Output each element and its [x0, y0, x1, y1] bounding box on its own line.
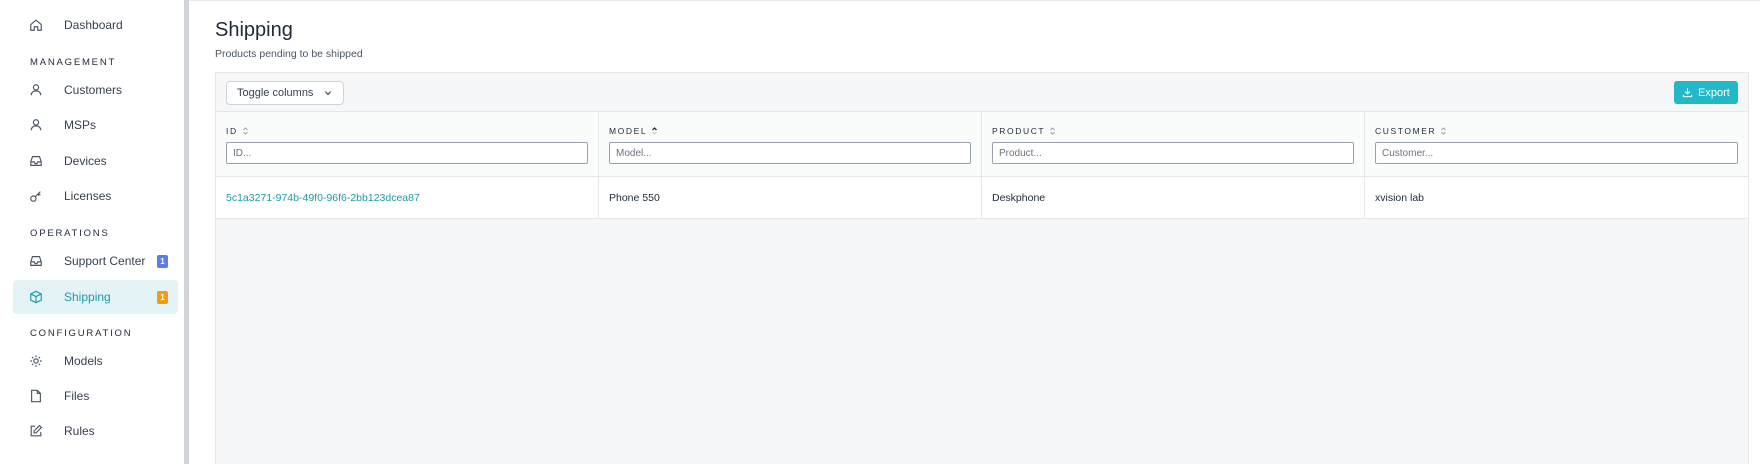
sidebar-item-label: Rules: [64, 424, 95, 438]
home-icon: [30, 19, 42, 31]
table-row: 5c1a3271-974b-49f0-96f6-2bb123dcea87 Pho…: [216, 177, 1748, 219]
table-cell-model: Phone 550: [599, 177, 982, 219]
inbox-icon: [30, 156, 42, 166]
sidebar-item-customers[interactable]: Customers: [13, 73, 178, 107]
product-filter-input[interactable]: [992, 142, 1354, 164]
toggle-columns-button[interactable]: Toggle columns: [226, 81, 344, 105]
shipment-id-link[interactable]: 5c1a3271-974b-49f0-96f6-2bb123dcea87: [216, 177, 599, 219]
sidebar-item-shipping[interactable]: Shipping 1: [13, 280, 178, 314]
model-filter-input[interactable]: [609, 142, 971, 164]
download-icon: [1682, 88, 1693, 98]
column-sort-model[interactable]: MODEL: [609, 126, 658, 136]
column-label: PRODUCT: [992, 126, 1046, 136]
sidebar-item-label: Licenses: [64, 189, 112, 203]
edit-icon: [30, 424, 43, 437]
column-header-model: MODEL: [599, 112, 982, 177]
sort-icon: [1050, 127, 1056, 135]
column-label: CUSTOMER: [1375, 126, 1437, 136]
table-header: ID MODEL PRODUCT: [216, 112, 1748, 177]
sidebar-item-label: Models: [64, 354, 103, 368]
column-sort-customer[interactable]: CUSTOMER: [1375, 126, 1447, 136]
sidebar-item-dashboard[interactable]: Dashboard: [13, 8, 178, 42]
shipping-table: ID MODEL PRODUCT: [216, 112, 1748, 219]
id-filter-input[interactable]: [226, 142, 588, 164]
sidebar-item-label: Files: [64, 389, 90, 403]
column-sort-id[interactable]: ID: [226, 126, 249, 136]
column-label: ID: [226, 126, 238, 136]
section-title-management: MANAGEMENT: [30, 57, 117, 68]
sidebar: Dashboard MANAGEMENT Customers MSPs Devi…: [0, 0, 184, 464]
column-label: MODEL: [609, 126, 648, 136]
sidebar-item-rules[interactable]: Rules: [13, 414, 178, 448]
column-header-customer: CUSTOMER: [1365, 112, 1748, 177]
key-icon: [30, 191, 41, 202]
table-cell-customer: xvision lab: [1375, 192, 1425, 204]
column-header-product: PRODUCT: [982, 112, 1365, 177]
gear-icon: [30, 355, 42, 367]
sidebar-item-files[interactable]: Files: [13, 379, 178, 413]
sidebar-item-devices[interactable]: Devices: [13, 144, 178, 178]
sidebar-item-models[interactable]: Models: [13, 344, 178, 378]
sidebar-item-label: Dashboard: [64, 18, 123, 32]
box-icon: [30, 290, 42, 304]
sidebar-item-licenses[interactable]: Licenses: [13, 179, 178, 213]
notification-badge: 1: [157, 291, 168, 304]
table-toolbar: Toggle columns Export: [216, 73, 1748, 112]
sort-icon: [1441, 127, 1447, 135]
shipping-table-panel: Toggle columns Export ID ID... MODEL Mod…: [215, 72, 1749, 464]
sidebar-item-label: Devices: [64, 154, 107, 168]
toggle-columns-label: Toggle columns: [237, 87, 314, 99]
inbox-icon: [30, 256, 42, 266]
export-button[interactable]: Export: [1674, 81, 1738, 104]
customer-filter-input[interactable]: [1375, 142, 1738, 164]
sidebar-item-label: Support Center: [64, 254, 146, 268]
chevron-down-icon: [325, 91, 331, 96]
column-header-id: ID: [216, 112, 599, 177]
sort-ascending-icon: [652, 127, 658, 135]
sidebar-item-label: Customers: [64, 83, 123, 97]
notification-badge: 1: [157, 255, 168, 268]
sidebar-item-label: Shipping: [64, 290, 111, 304]
file-icon: [31, 389, 41, 403]
section-title-configuration: CONFIGURATION: [30, 328, 133, 339]
sort-icon: [242, 127, 248, 135]
page-subtitle: Products pending to be shipped: [215, 48, 363, 60]
main-content: Shipping Products pending to be shipped …: [189, 0, 1760, 464]
app-root: Dashboard MANAGEMENT Customers MSPs Devi…: [0, 0, 1760, 464]
sidebar-item-support-center[interactable]: Support Center 1: [13, 244, 178, 278]
page-title: Shipping: [215, 19, 293, 41]
sidebar-item-msps[interactable]: MSPs: [13, 108, 178, 142]
table-cell-product: Deskphone: [982, 177, 1365, 219]
user-icon: [30, 119, 42, 131]
section-title-operations: OPERATIONS: [30, 228, 110, 239]
export-label: Export: [1698, 86, 1730, 99]
sidebar-item-label: MSPs: [64, 118, 97, 132]
column-sort-product[interactable]: PRODUCT: [992, 126, 1056, 136]
user-icon: [30, 84, 42, 96]
